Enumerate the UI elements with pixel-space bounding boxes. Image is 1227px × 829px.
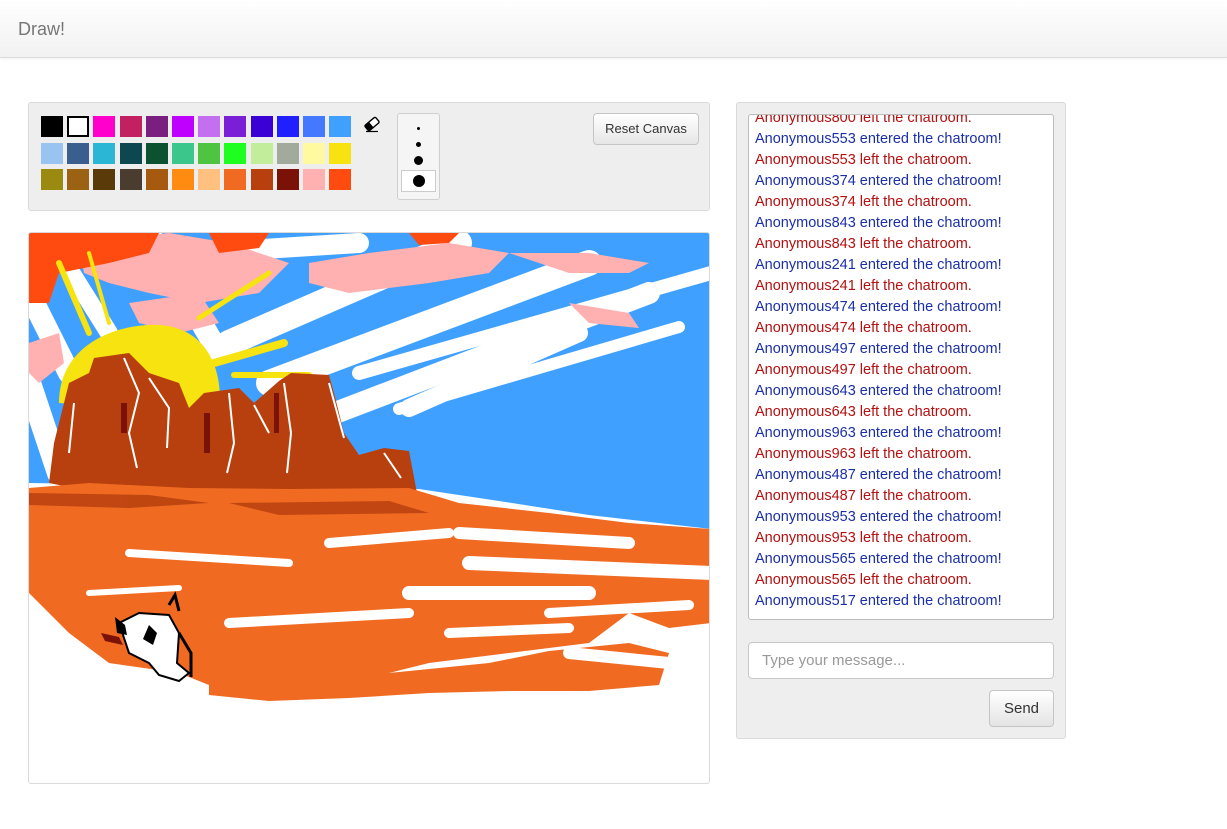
chat-message: Anonymous497 entered the chatroom! bbox=[755, 341, 1002, 357]
color-swatch[interactable] bbox=[250, 142, 273, 164]
color-swatch[interactable] bbox=[172, 169, 194, 190]
brush-dot-icon bbox=[417, 126, 420, 130]
chat-message: Anonymous565 entered the chatroom! bbox=[755, 551, 1002, 567]
color-swatch[interactable] bbox=[93, 169, 116, 190]
reset-canvas-button[interactable]: Reset Canvas bbox=[593, 113, 699, 145]
color-swatch[interactable] bbox=[172, 142, 194, 164]
chat-message: Anonymous643 left the chatroom. bbox=[755, 404, 972, 420]
chat-message: Anonymous517 entered the chatroom! bbox=[755, 593, 1002, 609]
chat-log[interactable]: Anonymous800 left the chatroom. Anonymous… bbox=[748, 114, 1054, 620]
chat-message: Anonymous474 left the chatroom. bbox=[755, 320, 972, 336]
color-swatch[interactable] bbox=[224, 169, 247, 190]
send-button[interactable]: Send bbox=[989, 690, 1054, 727]
color-swatch[interactable] bbox=[145, 169, 168, 190]
color-swatch[interactable] bbox=[276, 116, 299, 137]
color-swatch[interactable] bbox=[93, 116, 116, 137]
color-swatch[interactable] bbox=[276, 142, 299, 164]
color-swatch[interactable] bbox=[329, 116, 352, 137]
color-swatch[interactable] bbox=[145, 116, 168, 137]
chat-message: Anonymous953 left the chatroom. bbox=[755, 530, 972, 546]
brush-size-l-option[interactable] bbox=[401, 170, 436, 192]
canvas-drawing bbox=[29, 233, 709, 701]
drawing-canvas[interactable] bbox=[28, 232, 710, 784]
brush-size-selector bbox=[397, 113, 440, 200]
color-swatch[interactable] bbox=[198, 142, 221, 164]
chat-message: Anonymous241 entered the chatroom! bbox=[755, 257, 1002, 273]
brand-title[interactable]: Draw! bbox=[18, 19, 65, 40]
color-swatch[interactable] bbox=[93, 142, 116, 164]
color-swatch[interactable] bbox=[119, 142, 142, 164]
color-swatch[interactable] bbox=[172, 116, 194, 137]
color-swatch[interactable] bbox=[250, 116, 273, 137]
brush-dot-icon bbox=[412, 175, 425, 187]
color-swatch[interactable] bbox=[41, 169, 63, 190]
color-swatch[interactable] bbox=[67, 169, 90, 190]
brush-dot-icon bbox=[416, 141, 421, 147]
color-swatch[interactable] bbox=[303, 142, 325, 164]
chat-message: Anonymous843 left the chatroom. bbox=[755, 236, 972, 252]
color-swatch[interactable] bbox=[329, 142, 352, 164]
chat-message: Anonymous643 entered the chatroom! bbox=[755, 383, 1002, 399]
chat-message: Anonymous843 entered the chatroom! bbox=[755, 215, 1002, 231]
brush-dot-icon bbox=[414, 155, 423, 165]
color-swatch[interactable] bbox=[41, 116, 63, 137]
chat-message-list: Anonymous800 left the chatroom. Anonymous… bbox=[755, 114, 1051, 612]
chat-message: Anonymous497 left the chatroom. bbox=[755, 362, 972, 378]
message-input[interactable] bbox=[748, 642, 1054, 679]
chat-message: Anonymous800 left the chatroom. bbox=[755, 114, 972, 126]
chat-message: Anonymous565 left the chatroom. bbox=[755, 572, 972, 588]
color-swatch[interactable] bbox=[198, 116, 221, 137]
color-swatch[interactable] bbox=[250, 169, 273, 190]
color-swatch[interactable] bbox=[145, 142, 168, 164]
chat-message: Anonymous553 left the chatroom. bbox=[755, 152, 972, 168]
brush-size-m-option[interactable] bbox=[401, 151, 436, 169]
eraser-icon[interactable] bbox=[363, 115, 381, 133]
chat-message: Anonymous241 left the chatroom. bbox=[755, 278, 972, 294]
color-swatch[interactable] bbox=[119, 116, 142, 137]
chat-message: Anonymous553 entered the chatroom! bbox=[755, 131, 1002, 147]
chat-message: Anonymous374 entered the chatroom! bbox=[755, 173, 1002, 189]
chat-message: Anonymous374 left the chatroom. bbox=[755, 194, 972, 210]
chat-message: Anonymous474 entered the chatroom! bbox=[755, 299, 1002, 315]
color-swatch[interactable] bbox=[119, 169, 142, 190]
navbar: Draw! bbox=[0, 0, 1227, 58]
color-swatch[interactable] bbox=[198, 169, 221, 190]
color-swatch[interactable] bbox=[67, 142, 90, 164]
color-swatch[interactable] bbox=[303, 169, 325, 190]
chat-message: Anonymous487 left the chatroom. bbox=[755, 488, 972, 504]
color-swatch[interactable] bbox=[224, 142, 247, 164]
chat-message: Anonymous953 entered the chatroom! bbox=[755, 509, 1002, 525]
color-swatch[interactable] bbox=[276, 169, 299, 190]
color-swatch[interactable] bbox=[41, 142, 63, 164]
color-swatch[interactable] bbox=[329, 169, 352, 190]
color-swatch[interactable] bbox=[303, 116, 325, 137]
chat-panel: Anonymous800 left the chatroom. Anonymous… bbox=[736, 102, 1066, 739]
color-swatch[interactable] bbox=[224, 116, 247, 137]
chat-message: Anonymous963 left the chatroom. bbox=[755, 446, 972, 462]
drawing-toolbar: Reset Canvas bbox=[28, 102, 710, 211]
color-swatch[interactable] bbox=[67, 116, 90, 137]
chat-message: Anonymous963 entered the chatroom! bbox=[755, 425, 1002, 441]
chat-message: Anonymous487 entered the chatroom! bbox=[755, 467, 1002, 483]
